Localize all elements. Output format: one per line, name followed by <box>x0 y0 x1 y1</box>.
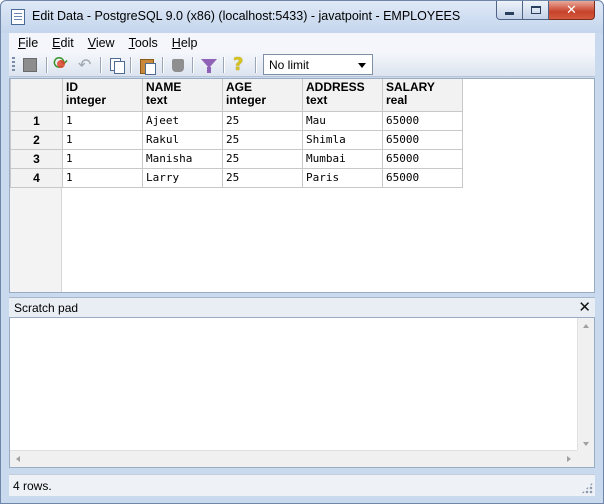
scratch-pad-header: Scratch pad ✕ <box>9 297 595 317</box>
row-limit-value: No limit <box>269 58 310 72</box>
table-row: 3 1 Manisha 25 Mumbai 65000 <box>10 148 463 169</box>
cell-age[interactable]: 25 <box>222 148 303 169</box>
delete-row-icon[interactable] <box>169 56 187 74</box>
toolbar-separator <box>46 57 47 73</box>
horizontal-scrollbar[interactable] <box>10 450 577 467</box>
toolbar-separator <box>223 57 224 73</box>
undo-icon[interactable] <box>77 55 95 74</box>
close-icon: ✕ <box>566 2 577 18</box>
scroll-down-icon[interactable] <box>583 442 589 446</box>
row-number[interactable]: 4 <box>10 167 63 188</box>
caption-buttons: ✕ <box>496 1 595 21</box>
cell-id[interactable]: 1 <box>62 110 143 131</box>
menu-edit[interactable]: Edit <box>44 36 80 50</box>
menu-view[interactable]: View <box>80 36 121 50</box>
chevron-down-icon <box>358 63 366 68</box>
window-title: Edit Data - PostgreSQL 9.0 (x86) (localh… <box>32 9 461 23</box>
copy-icon[interactable] <box>107 56 125 74</box>
cell-age[interactable]: 25 <box>222 129 303 150</box>
close-button[interactable]: ✕ <box>549 1 595 20</box>
filter-icon[interactable] <box>200 56 218 74</box>
toolbar-separator <box>192 57 193 73</box>
menu-help[interactable]: Help <box>164 36 204 50</box>
title-bar[interactable]: Edit Data - PostgreSQL 9.0 (x86) (localh… <box>1 1 603 33</box>
column-header-age[interactable]: AGE integer <box>222 79 303 112</box>
help-icon[interactable] <box>230 54 248 75</box>
cell-salary[interactable]: 65000 <box>382 110 463 131</box>
edit-data-window: Edit Data - PostgreSQL 9.0 (x86) (localh… <box>0 0 604 504</box>
cell-name[interactable]: Ajeet <box>142 110 223 131</box>
column-header-name[interactable]: NAME text <box>142 79 223 112</box>
scroll-up-icon[interactable] <box>583 324 589 328</box>
resize-grip-icon[interactable] <box>581 482 593 494</box>
row-number[interactable]: 2 <box>10 129 63 150</box>
toolbar-separator <box>255 57 256 73</box>
table-row: 4 1 Larry 25 Paris 65000 <box>10 167 463 188</box>
status-bar: 4 rows. <box>9 474 595 496</box>
scratch-pad-close-icon[interactable]: ✕ <box>578 298 591 316</box>
cell-address[interactable]: Paris <box>302 167 383 188</box>
column-header-address[interactable]: ADDRESS text <box>302 79 383 112</box>
table-row: 2 1 Rakul 25 Shimla 65000 <box>10 129 463 150</box>
cell-salary[interactable]: 65000 <box>382 129 463 150</box>
vertical-scrollbar[interactable] <box>577 318 594 452</box>
cell-salary[interactable]: 65000 <box>382 148 463 169</box>
toolbar-separator <box>100 57 101 73</box>
table-row: 1 1 Ajeet 25 Mau 65000 <box>10 110 463 131</box>
cell-id[interactable]: 1 <box>62 129 143 150</box>
cell-salary[interactable]: 65000 <box>382 167 463 188</box>
row-number[interactable]: 1 <box>10 110 63 131</box>
data-table: ID integer NAME text AGE integer ADDRESS tex… <box>10 79 463 188</box>
minimize-button[interactable] <box>496 1 523 20</box>
scrollbar-corner <box>577 450 594 467</box>
menu-tools[interactable]: Tools <box>121 36 164 50</box>
column-header-salary[interactable]: SALARY real <box>382 79 463 112</box>
row-limit-select[interactable]: No limit <box>263 54 373 75</box>
paste-icon[interactable] <box>138 56 156 75</box>
stop-icon[interactable] <box>23 58 37 72</box>
menu-file[interactable]: File <box>9 36 44 50</box>
cell-name[interactable]: Larry <box>142 167 223 188</box>
toolbar-separator <box>162 57 163 73</box>
toolbar-grip[interactable] <box>12 57 15 73</box>
cell-id[interactable]: 1 <box>62 148 143 169</box>
toolbar-separator <box>130 57 131 73</box>
cell-age[interactable]: 25 <box>222 167 303 188</box>
refresh-icon[interactable] <box>53 55 71 74</box>
toolbar: No limit <box>9 53 595 77</box>
cell-name[interactable]: Rakul <box>142 129 223 150</box>
column-header-row: ID integer NAME text AGE integer ADDRESS tex… <box>10 79 463 112</box>
cell-id[interactable]: 1 <box>62 167 143 188</box>
grid-corner[interactable] <box>10 79 63 112</box>
maximize-button[interactable] <box>523 1 549 20</box>
scroll-left-icon[interactable] <box>16 456 20 462</box>
scratch-pad-title: Scratch pad <box>14 301 79 315</box>
cell-address[interactable]: Mumbai <box>302 148 383 169</box>
cell-address[interactable]: Shimla <box>302 129 383 150</box>
cell-address[interactable]: Mau <box>302 110 383 131</box>
maximize-icon <box>530 6 541 14</box>
scratch-pad-textarea[interactable] <box>9 317 595 468</box>
column-header-id[interactable]: ID integer <box>62 79 143 112</box>
row-count-status: 4 rows. <box>13 479 52 493</box>
row-number[interactable]: 3 <box>10 148 63 169</box>
cell-age[interactable]: 25 <box>222 110 303 131</box>
scroll-right-icon[interactable] <box>567 456 571 462</box>
data-grid[interactable]: ID integer NAME text AGE integer ADDRESS tex… <box>9 78 595 293</box>
menu-bar: File Edit View Tools Help <box>9 33 595 53</box>
cell-name[interactable]: Manisha <box>142 148 223 169</box>
table-app-icon <box>11 9 25 25</box>
minimize-icon <box>505 11 514 15</box>
